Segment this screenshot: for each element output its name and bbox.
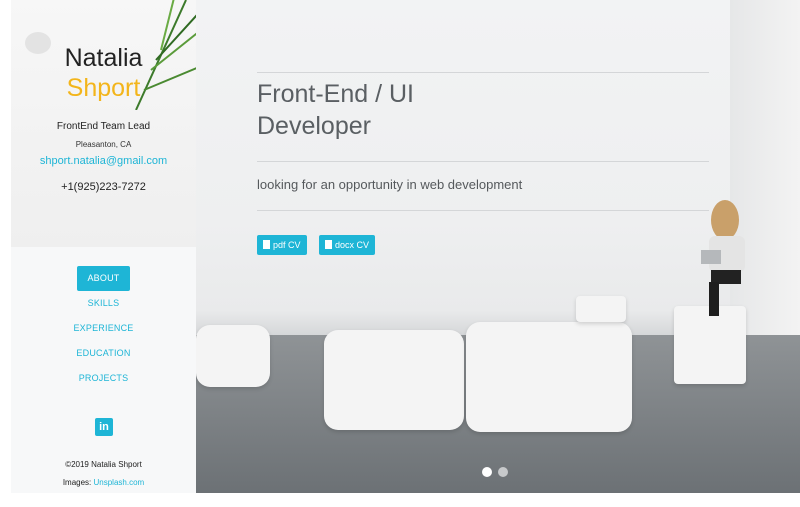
job-title: FrontEnd Team Lead xyxy=(56,121,151,132)
divider xyxy=(257,72,709,73)
nav-item-label: ABOUT xyxy=(77,266,130,291)
pdf-cv-button[interactable]: pdf CV xyxy=(257,235,307,255)
nav-item-projects[interactable]: PROJECTS xyxy=(11,366,196,391)
images-credit: Images: Unsplash.com xyxy=(11,478,196,487)
pdf-cv-label: pdf CV xyxy=(273,240,301,250)
hero-subtitle: looking for an opportunity in web develo… xyxy=(257,177,523,192)
carousel-dot[interactable] xyxy=(498,467,508,477)
background-seat xyxy=(196,325,270,387)
docx-cv-button[interactable]: docx CV xyxy=(319,235,376,255)
divider xyxy=(257,210,709,211)
carousel-dot-active[interactable] xyxy=(482,467,492,477)
hero-title-line: Front-End / UI xyxy=(257,80,414,108)
unsplash-link[interactable]: Unsplash.com xyxy=(94,478,145,487)
nav-item-label: SKILLS xyxy=(87,298,120,308)
hero-title: Front-End / UI Developer xyxy=(257,78,557,142)
docx-cv-label: docx CV xyxy=(335,240,370,250)
main-nav: ABOUT SKILLS EXPERIENCE EDUCATION PROJEC… xyxy=(11,266,196,391)
hero-section: Front-End / UI Developer looking for an … xyxy=(196,0,800,493)
sidebar-navigation-panel: ABOUT SKILLS EXPERIENCE EDUCATION PROJEC… xyxy=(11,247,196,493)
sidebar: Natalia Shport FrontEnd Team Lead Pleasa… xyxy=(11,0,196,493)
nav-item-education[interactable]: EDUCATION xyxy=(11,341,196,366)
first-name: Natalia xyxy=(64,44,143,72)
pdf-file-icon xyxy=(263,240,270,249)
nav-item-skills[interactable]: SKILLS xyxy=(11,291,196,316)
profile-card: Natalia Shport FrontEnd Team Lead Pleasa… xyxy=(11,0,196,247)
copyright: ©2019 Natalia Shport xyxy=(65,460,142,469)
nav-item-label: PROJECTS xyxy=(78,373,129,383)
nav-item-about[interactable]: ABOUT xyxy=(11,266,196,291)
last-name: Shport xyxy=(66,74,141,102)
nav-item-label: EDUCATION xyxy=(76,348,131,358)
location: Pleasanton, CA xyxy=(75,140,132,149)
hero-title-line: Developer xyxy=(257,112,371,140)
background-seat xyxy=(466,322,632,432)
images-credit-prefix: Images: xyxy=(62,478,94,487)
divider xyxy=(257,161,709,162)
word-file-icon xyxy=(325,240,332,249)
phone-number: +1(925)223-7272 xyxy=(61,181,146,193)
email-link[interactable]: shport.natalia@gmail.com xyxy=(11,155,196,167)
linkedin-icon[interactable]: in xyxy=(95,418,113,436)
background-seat xyxy=(324,330,464,430)
background-seat xyxy=(576,296,626,322)
nav-item-label: EXPERIENCE xyxy=(73,323,134,333)
person-with-laptop-image xyxy=(701,200,745,316)
nav-item-experience[interactable]: EXPERIENCE xyxy=(11,316,196,341)
